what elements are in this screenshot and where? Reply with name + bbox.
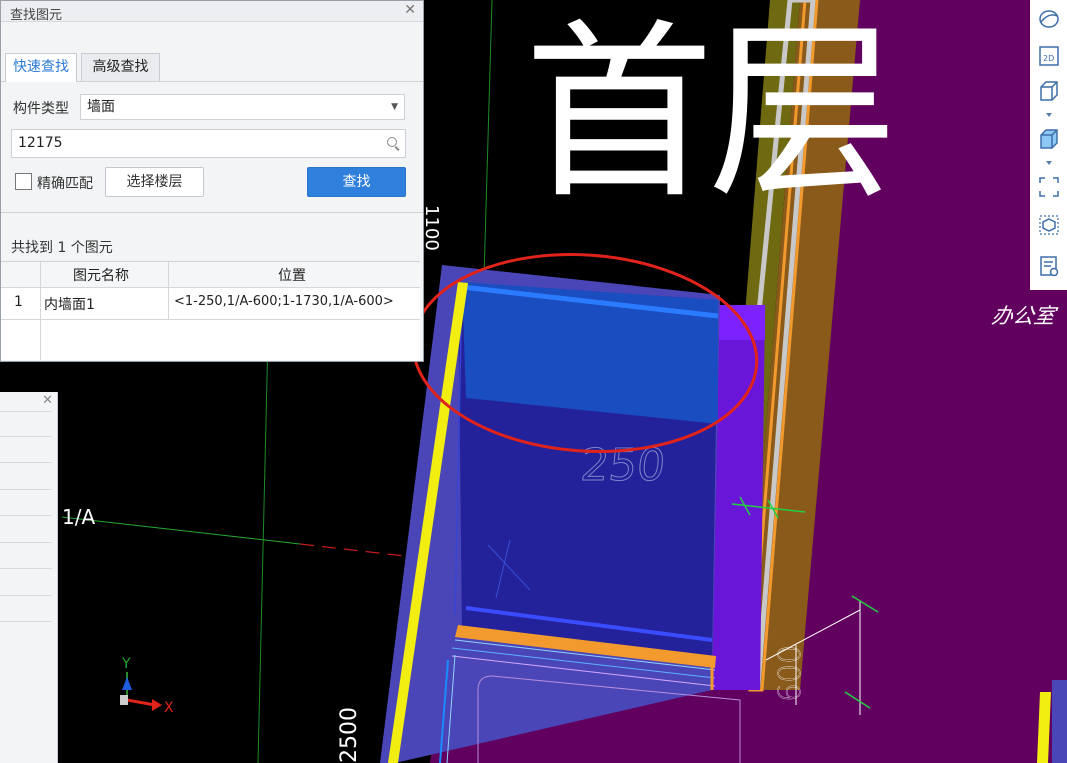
result-summary: 共找到 1 个图元	[11, 240, 113, 256]
panel-row[interactable]	[0, 542, 52, 543]
divider	[1, 212, 423, 213]
exact-match-checkbox[interactable]	[15, 173, 32, 190]
chevron-down-icon[interactable]	[1046, 161, 1052, 165]
component-type-label: 构件类型	[13, 101, 69, 117]
table-header: 图元名称 位置	[1, 262, 420, 288]
display-settings-icon[interactable]	[1038, 255, 1060, 277]
axis-x-label: X	[164, 700, 174, 716]
element-view-icon[interactable]	[1038, 214, 1060, 236]
column-header-name[interactable]: 图元名称	[73, 265, 129, 285]
find-button[interactable]: 查找	[307, 167, 406, 197]
search-value: 12175	[18, 135, 63, 151]
dialog-title: 查找图元	[10, 8, 63, 23]
panel-row[interactable]	[0, 515, 52, 516]
tab-quick-find[interactable]: 快速查找	[5, 53, 77, 82]
dimension-2500: 2500	[337, 707, 362, 763]
close-icon[interactable]: ✕	[42, 393, 53, 408]
orbit-icon[interactable]	[1038, 8, 1060, 30]
axis-y-label: Y	[121, 656, 131, 672]
panel-divider	[0, 411, 52, 412]
chevron-down-icon: ▼	[391, 102, 398, 112]
properties-panel: ✕	[0, 392, 58, 763]
panel-row[interactable]	[0, 462, 52, 463]
3d-box-filled-icon[interactable]	[1038, 128, 1060, 150]
dimension-1100: 1100	[421, 205, 442, 251]
column-top	[718, 305, 765, 340]
select-floor-button[interactable]: 选择楼层	[105, 167, 204, 197]
svg-text:2D: 2D	[1043, 54, 1054, 63]
exact-match-label[interactable]: 精确匹配	[37, 173, 93, 193]
search-icon[interactable]	[387, 137, 397, 147]
dialog-titlebar[interactable]: 查找图元 ✕	[1, 1, 423, 23]
panel-row[interactable]	[0, 595, 52, 596]
find-element-dialog: 查找图元 ✕ 快速查找 高级查找 构件类型 墙面 ▼ 12175 精确匹配 选择…	[0, 0, 424, 362]
panel-row[interactable]	[0, 568, 52, 569]
table-row[interactable]: 1 内墙面1 <1-250,1/A-600;1-1730,1/A-600>	[1, 287, 420, 320]
panel-row[interactable]	[0, 436, 52, 437]
panel-row[interactable]	[0, 621, 52, 622]
dimension-250: 250	[578, 440, 667, 491]
axis-line-1a	[61, 516, 301, 545]
search-input[interactable]: 12175	[11, 129, 406, 158]
row-index: 1	[14, 294, 23, 310]
component-type-select[interactable]: 墙面 ▼	[80, 94, 405, 120]
room-label: 办公室	[990, 304, 1057, 328]
2d-view-icon[interactable]: 2D	[1038, 45, 1060, 67]
tab-bar: 快速查找 高级查找	[1, 41, 423, 82]
axis-label-1a: 1/A	[62, 505, 95, 529]
tab-advanced-find[interactable]: 高级查找	[81, 53, 160, 81]
component-type-value: 墙面	[87, 99, 115, 115]
chevron-down-icon[interactable]	[1046, 113, 1052, 117]
cad-viewport[interactable]: 600 250 2500 1100 1/A Y X 首层 办公室 ✕ 查找图元 …	[0, 0, 1067, 763]
floor-label: 首层	[524, 3, 898, 224]
wall-right-fragment	[1052, 680, 1067, 763]
row-name: 内墙面1	[44, 297, 95, 313]
close-icon[interactable]: ✕	[404, 2, 416, 18]
view-toolbar: 2D	[1030, 0, 1067, 290]
row-position: <1-250,1/A-600;1-1730,1/A-600>	[174, 294, 394, 309]
panel-row[interactable]	[0, 489, 52, 490]
fullscreen-icon[interactable]	[1038, 176, 1060, 198]
column-header-position[interactable]: 位置	[278, 265, 306, 285]
axis-gizmo: Y X	[120, 656, 174, 716]
result-table: 图元名称 位置 1 内墙面1 <1-250,1/A-600;1-1730,1/A…	[1, 261, 420, 360]
dimension-600: 600	[773, 645, 808, 702]
3d-box-outline-icon[interactable]	[1038, 80, 1060, 102]
